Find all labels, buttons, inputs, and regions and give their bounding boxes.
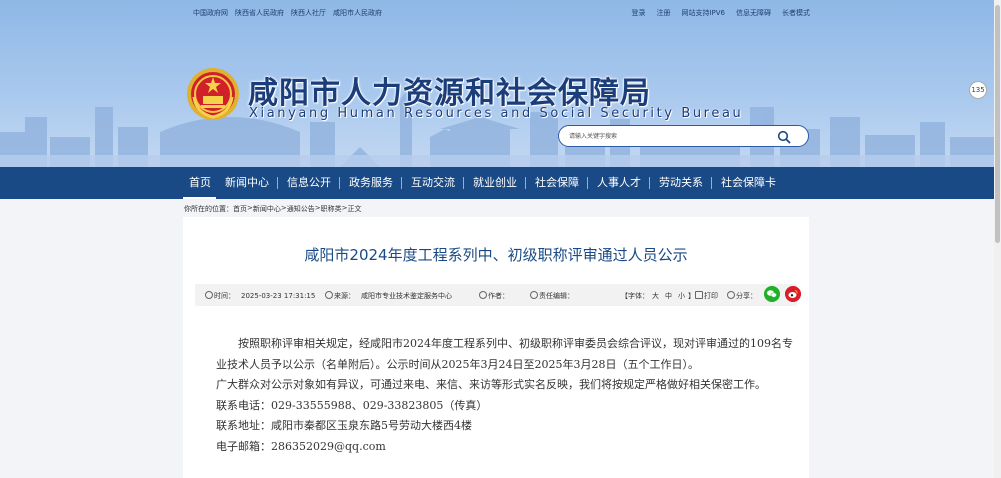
share-icon <box>727 291 735 299</box>
breadcrumb-news-center[interactable]: 新闻中心 <box>253 204 281 214</box>
font-label: 【字体： <box>621 292 649 300</box>
search-box <box>558 125 809 147</box>
contact-address: 联系地址：咸阳市秦都区玉泉东路5号劳动大楼西4楼 <box>216 419 472 432</box>
breadcrumb-notices[interactable]: 通知公告 <box>287 204 315 214</box>
editor-icon <box>530 291 538 299</box>
nav-social-security[interactable]: 社会保障 <box>526 167 588 199</box>
nav-news-center[interactable]: 新闻中心 <box>216 167 278 199</box>
font-small-link[interactable]: 小 <box>678 292 685 300</box>
nav-info-disclosure[interactable]: 信息公开 <box>278 167 340 199</box>
source-label: 来源： <box>334 292 355 300</box>
breadcrumb-title-category[interactable]: 职称类 <box>321 204 342 214</box>
breadcrumb-home[interactable]: 首页 <box>233 204 247 214</box>
meta-editor: 责任编辑： <box>530 291 574 301</box>
login-link[interactable]: 登录 <box>631 8 645 18</box>
contact-phone: 联系电话：029-33555988、029-33823805（传真） <box>216 398 488 412</box>
nav-interaction[interactable]: 互动交流 <box>402 167 464 199</box>
top-link-bar: 中国政府网 陕西省人民政府 陕西人社厅 咸阳市人民政府 登录 注册 网站支持IP… <box>0 0 994 26</box>
author-icon <box>479 291 487 299</box>
link-shaanxi-hrss[interactable]: 陕西人社厅 <box>291 8 333 18</box>
weibo-share-icon[interactable] <box>785 286 801 302</box>
scrollbar-thumb[interactable] <box>995 5 1000 243</box>
search-icon[interactable] <box>777 130 791 144</box>
article-paragraph: 按照职称评审相关规定，经咸阳市2024年度工程系列中、初级职称评审委员会综合评议… <box>216 337 793 371</box>
contact-email: 电子邮箱：286352029@qq.com <box>216 439 386 453</box>
breadcrumb: 你所在的位置： 首页 > 新闻中心 > 通知公告 > 职称类 > 正文 <box>184 204 362 214</box>
wechat-share-icon[interactable] <box>764 286 780 302</box>
font-end: 】 <box>688 292 695 300</box>
nav-gov-services[interactable]: 政务服务 <box>340 167 402 199</box>
printer-icon <box>695 291 703 299</box>
main-nav: 首页 新闻中心 信息公开 政务服务 互动交流 就业创业 社会保障 人事人才 劳动… <box>0 167 994 199</box>
elder-mode-link[interactable]: 长者模式 <box>782 8 810 18</box>
nav-social-security-card[interactable]: 社会保障卡 <box>712 167 785 199</box>
meta-source: 来源： 咸阳市专业技术鉴定服务中心 <box>325 291 452 301</box>
source-value: 咸阳市专业技术鉴定服务中心 <box>361 292 452 300</box>
search-input[interactable] <box>569 130 769 143</box>
accessibility-link[interactable]: 信息无障碍 <box>736 8 771 18</box>
article-panel: 咸阳市2024年度工程系列中、初级职称评审通过人员公示 时间： 2025-03-2… <box>183 217 809 478</box>
link-xianyang-gov[interactable]: 咸阳市人民政府 <box>333 8 389 18</box>
editor-label: 责任编辑： <box>539 292 574 300</box>
print-button[interactable]: 打印 <box>695 291 718 301</box>
breadcrumb-label: 你所在的位置： <box>184 205 233 213</box>
nav-labor-relations[interactable]: 劳动关系 <box>650 167 712 199</box>
font-large-link[interactable]: 大 <box>652 292 659 300</box>
article-paragraph: 广大群众对公示对象如有异议，可通过来电、来信、来访等形式实名反映，我们将按规定严… <box>216 378 766 391</box>
share-label: 分享： <box>736 292 757 300</box>
side-floating-badge[interactable]: 135 <box>969 81 987 99</box>
time-label: 时间： <box>214 292 235 300</box>
user-links: 登录 注册 网站支持IPV6 信息无障碍 长者模式 <box>631 8 810 18</box>
publish-time: 2025-03-23 17:31:15 <box>241 292 316 300</box>
article-meta-bar: 时间： 2025-03-23 17:31:15 来源： 咸阳市专业技术鉴定服务中心 … <box>195 284 801 306</box>
link-gov-cn[interactable]: 中国政府网 <box>193 8 235 18</box>
nav-home[interactable]: 首页 <box>183 167 216 199</box>
article-title: 咸阳市2024年度工程系列中、初级职称评审通过人员公示 <box>304 246 688 264</box>
meta-time: 时间： 2025-03-23 17:31:15 <box>205 291 315 301</box>
site-header: 中国政府网 陕西省人民政府 陕西人社厅 咸阳市人民政府 登录 注册 网站支持IP… <box>0 0 994 167</box>
clock-icon <box>205 291 213 299</box>
share-section: 分享： <box>727 291 757 301</box>
font-size-control: 【字体：大中小】 <box>621 291 695 301</box>
author-label: 作者： <box>488 292 509 300</box>
nav-personnel[interactable]: 人事人才 <box>588 167 650 199</box>
register-link[interactable]: 注册 <box>656 8 670 18</box>
site-subtitle: Xianyang Human Resources and Social Secu… <box>249 106 744 121</box>
breadcrumb-current: 正文 <box>347 205 362 213</box>
font-medium-link[interactable]: 中 <box>665 292 672 300</box>
page-scrollbar[interactable] <box>994 0 1001 478</box>
nav-employment[interactable]: 就业创业 <box>464 167 526 199</box>
source-icon <box>325 291 333 299</box>
ipv6-link[interactable]: 网站支持IPV6 <box>681 8 725 18</box>
meta-author: 作者： <box>479 291 509 301</box>
external-links: 中国政府网 陕西省人民政府 陕西人社厅 咸阳市人民政府 <box>193 8 389 18</box>
print-label: 打印 <box>704 292 718 300</box>
national-emblem-icon <box>187 68 239 120</box>
link-shaanxi-gov[interactable]: 陕西省人民政府 <box>235 8 291 18</box>
article-body: 按照职称评审相关规定，经咸阳市2024年度工程系列中、初级职称评审委员会综合评议… <box>216 334 798 457</box>
